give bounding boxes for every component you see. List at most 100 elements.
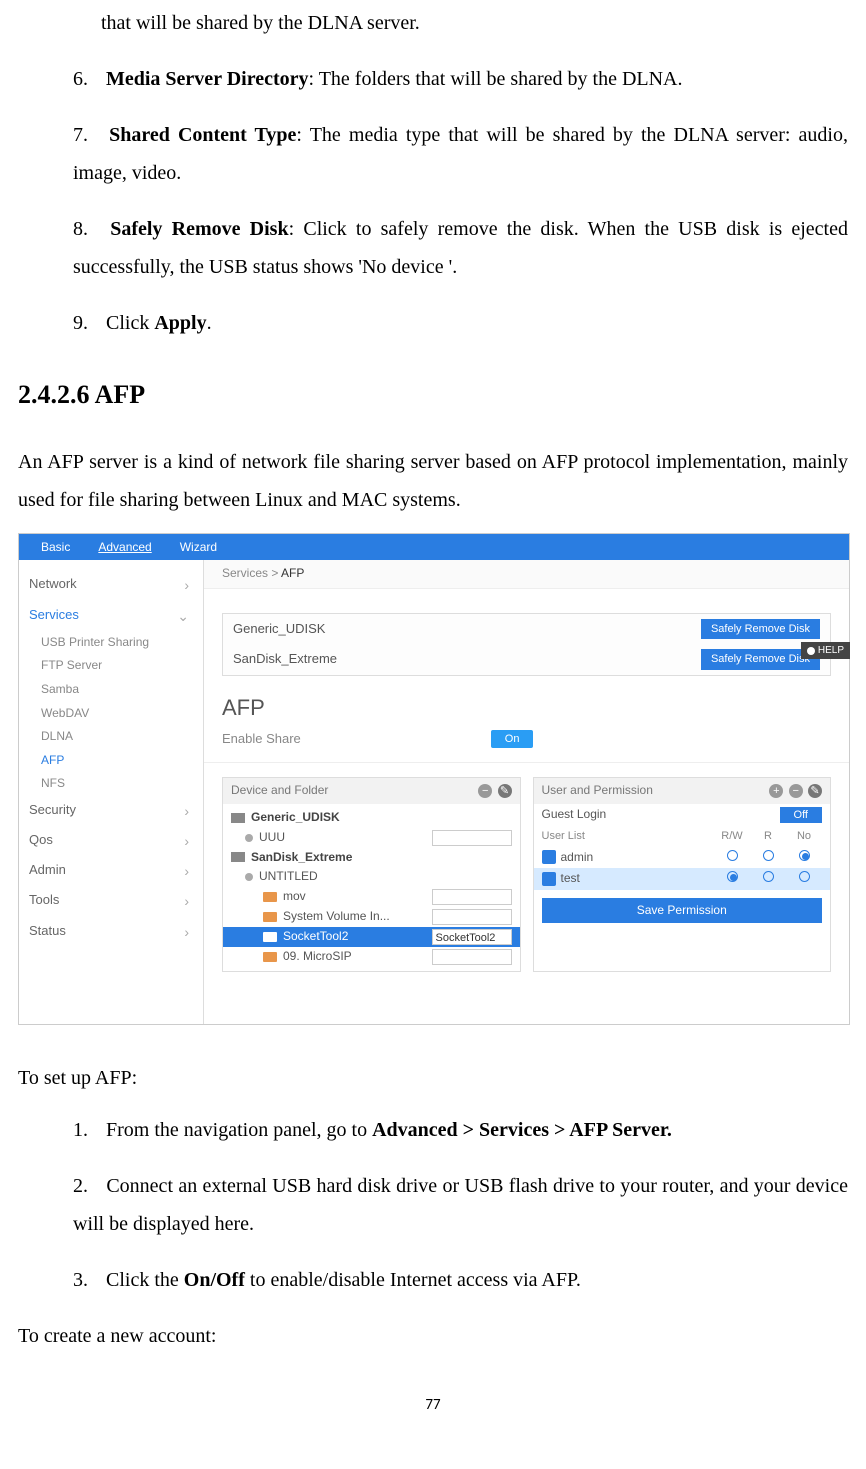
folder-icon	[263, 912, 277, 922]
edit-icon[interactable]: ✎	[498, 784, 512, 798]
col-r: R	[750, 829, 786, 843]
add-icon[interactable]: +	[769, 784, 783, 798]
radio-r[interactable]	[750, 850, 786, 866]
col-rw: R/W	[714, 829, 750, 843]
folder-icon	[263, 932, 277, 942]
tree-folder[interactable]: mov	[223, 887, 520, 907]
list-item-7: 7. Shared Content Type: The media type t…	[73, 116, 848, 192]
tree-folder[interactable]: 09. MicroSIP	[223, 947, 520, 967]
radio-r[interactable]	[750, 871, 786, 887]
folder-tree: Generic_UDISK UUU SanDisk_Extreme UNTITL…	[223, 804, 520, 971]
sidebar-sub-afp[interactable]: AFP	[19, 749, 203, 773]
disk-list: Generic_UDISK Safely Remove Disk SanDisk…	[222, 613, 831, 676]
list-item-6: 6. Media Server Directory: The folders t…	[73, 60, 848, 98]
enable-share-label: Enable Share	[222, 731, 301, 748]
guest-login-label: Guest Login	[542, 807, 607, 823]
disk-name: SanDisk_Extreme	[233, 651, 337, 668]
chevron-right-icon: ›	[184, 862, 189, 880]
tree-folder-selected[interactable]: SocketTool2SocketTool2	[223, 927, 520, 947]
share-name-input[interactable]: SocketTool2	[432, 929, 512, 945]
disk-icon	[231, 813, 245, 823]
list-item-9: 9. Click Apply.	[73, 304, 848, 342]
list-item-8: 8. Safely Remove Disk: Click to safely r…	[73, 210, 848, 286]
user-icon	[542, 850, 556, 864]
share-name-input[interactable]	[432, 909, 512, 925]
disk-row: SanDisk_Extreme Safely Remove Disk	[223, 644, 830, 674]
enable-share-toggle[interactable]: On	[491, 730, 534, 748]
folder-icon	[263, 892, 277, 902]
col-no: No	[786, 829, 822, 843]
safely-remove-button[interactable]: Safely Remove Disk	[701, 619, 820, 639]
edit-icon[interactable]: ✎	[808, 784, 822, 798]
section-heading: 2.4.2.6 AFP	[18, 370, 848, 419]
router-ui-screenshot: Basic Advanced Wizard Network› Services⌄…	[18, 533, 850, 1025]
radio-no[interactable]	[786, 871, 822, 887]
sidebar-status[interactable]: Status›	[19, 917, 203, 947]
chevron-right-icon: ›	[184, 923, 189, 941]
user-name: test	[561, 871, 715, 887]
sidebar-sub-dlna[interactable]: DLNA	[19, 725, 203, 749]
tab-advanced[interactable]: Advanced	[84, 536, 165, 560]
share-name-input[interactable]	[432, 889, 512, 905]
sidebar-sub-ftp[interactable]: FTP Server	[19, 654, 203, 678]
device-folder-panel: Device and Folder − ✎ Generic_UDISK UUU …	[222, 777, 521, 971]
tab-basic[interactable]: Basic	[27, 536, 84, 560]
user-row-admin: admin	[534, 847, 831, 869]
chevron-right-icon: ›	[184, 802, 189, 820]
intro-paragraph: An AFP server is a kind of network file …	[18, 443, 848, 519]
disk-icon	[231, 852, 245, 862]
panel-title: AFP	[204, 676, 849, 725]
sidebar-network[interactable]: Network›	[19, 570, 203, 600]
user-name: admin	[561, 850, 715, 866]
remove-icon[interactable]: −	[789, 784, 803, 798]
tree-folder[interactable]: System Volume In...	[223, 907, 520, 927]
radio-rw[interactable]	[714, 871, 750, 887]
sidebar-security[interactable]: Security›	[19, 796, 203, 826]
sidebar-sub-nfs[interactable]: NFS	[19, 772, 203, 796]
setup-intro: To set up AFP:	[18, 1059, 848, 1097]
disk-row: Generic_UDISK Safely Remove Disk	[223, 614, 830, 644]
panel-header-label: User and Permission	[542, 783, 653, 799]
save-permission-button[interactable]: Save Permission	[542, 898, 823, 924]
setup-step-2: 2. Connect an external USB hard disk dri…	[73, 1167, 848, 1243]
breadcrumb: Services > AFP	[204, 560, 849, 589]
tree-volume[interactable]: UUU	[223, 828, 520, 848]
tree-volume[interactable]: UNTITLED	[223, 867, 520, 887]
sidebar-sub-usb-printer[interactable]: USB Printer Sharing	[19, 631, 203, 655]
user-list-label: User List	[542, 829, 715, 843]
sidebar-qos[interactable]: Qos›	[19, 826, 203, 856]
disk-name: Generic_UDISK	[233, 621, 325, 638]
help-tab[interactable]: HELP	[801, 642, 850, 659]
setup-step-1: 1. From the navigation panel, go to Adva…	[73, 1111, 848, 1149]
list-item-continuation: that will be shared by the DLNA server.	[73, 4, 848, 42]
setup-step-3: 3. Click the On/Off to enable/disable In…	[73, 1261, 848, 1299]
user-icon	[542, 872, 556, 886]
page-number: 77	[18, 1391, 848, 1420]
sidebar-services[interactable]: Services⌄	[19, 601, 203, 631]
guest-login-toggle[interactable]: Off	[780, 807, 822, 823]
share-name-input[interactable]	[432, 949, 512, 965]
folder-icon	[263, 952, 277, 962]
tree-disk[interactable]: SanDisk_Extreme	[223, 848, 520, 868]
top-tab-bar: Basic Advanced Wizard	[19, 534, 849, 560]
sidebar-tools[interactable]: Tools›	[19, 886, 203, 916]
chevron-down-icon: ⌄	[177, 607, 189, 625]
tree-disk[interactable]: Generic_UDISK	[223, 808, 520, 828]
radio-rw[interactable]	[714, 850, 750, 866]
radio-no[interactable]	[786, 850, 822, 866]
share-name-input[interactable]	[432, 830, 512, 846]
help-icon	[807, 647, 815, 655]
chevron-right-icon: ›	[184, 892, 189, 910]
sidebar-admin[interactable]: Admin›	[19, 856, 203, 886]
panel-header-label: Device and Folder	[231, 783, 328, 799]
volume-icon	[245, 834, 253, 842]
sidebar-sub-samba[interactable]: Samba	[19, 678, 203, 702]
remove-icon[interactable]: −	[478, 784, 492, 798]
volume-icon	[245, 873, 253, 881]
sidebar: Network› Services⌄ USB Printer Sharing F…	[19, 560, 204, 1024]
chevron-right-icon: ›	[184, 832, 189, 850]
user-permission-panel: User and Permission + − ✎ Guest Login Of…	[533, 777, 832, 971]
sidebar-sub-webdav[interactable]: WebDAV	[19, 702, 203, 726]
tab-wizard[interactable]: Wizard	[166, 536, 231, 560]
create-account-intro: To create a new account:	[18, 1317, 848, 1355]
